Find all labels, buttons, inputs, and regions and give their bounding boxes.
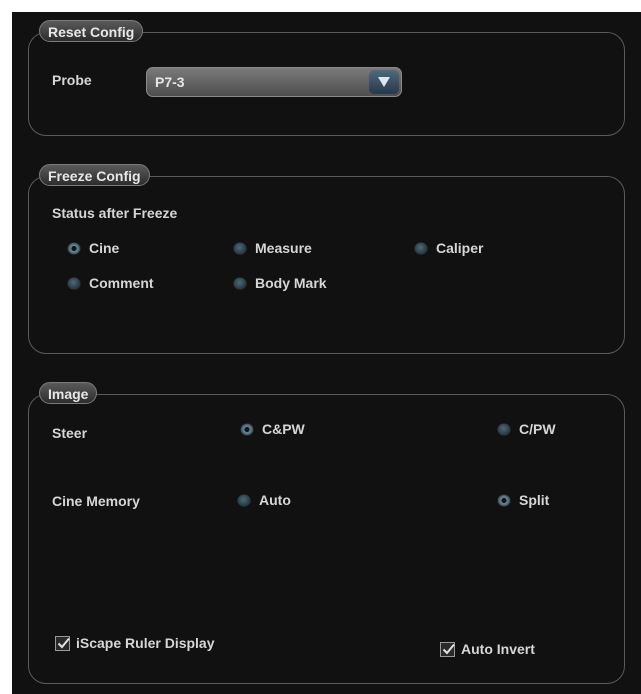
radio-label: C/PW xyxy=(519,421,556,437)
radio-cine-memory-split[interactable]: Split xyxy=(498,492,549,508)
cine-memory-label: Cine Memory xyxy=(52,493,140,509)
image-title: Image xyxy=(39,382,98,404)
radio-selected-icon xyxy=(241,423,253,435)
settings-panel: Reset Config Probe P7-3 Freeze Config St… xyxy=(12,12,641,694)
auto-invert-checkbox[interactable]: Auto Invert xyxy=(440,641,535,657)
radio-label: C&PW xyxy=(262,421,305,437)
radio-steer-cpw-and[interactable]: C&PW xyxy=(241,421,305,437)
radio-label: Caliper xyxy=(436,240,484,256)
radio-label: Measure xyxy=(255,240,312,256)
checkbox-label: Auto Invert xyxy=(461,641,535,657)
radio-unselected-icon xyxy=(415,242,427,254)
freeze-config-group: Freeze Config xyxy=(28,164,625,354)
radio-selected-icon xyxy=(498,494,510,506)
radio-unselected-icon xyxy=(498,423,510,435)
radio-label: Comment xyxy=(89,275,154,291)
radio-body-mark[interactable]: Body Mark xyxy=(234,275,327,291)
radio-label: Auto xyxy=(259,492,291,508)
probe-label: Probe xyxy=(52,72,92,88)
chevron-down-icon[interactable] xyxy=(369,70,399,94)
radio-steer-c-slash-pw[interactable]: C/PW xyxy=(498,421,556,437)
radio-unselected-icon xyxy=(234,277,246,289)
radio-label: Cine xyxy=(89,240,120,256)
radio-unselected-icon xyxy=(238,494,250,506)
probe-value: P7-3 xyxy=(155,74,185,90)
probe-dropdown[interactable]: P7-3 xyxy=(146,67,402,97)
radio-selected-icon xyxy=(68,242,80,254)
radio-comment[interactable]: Comment xyxy=(68,275,154,291)
radio-cine[interactable]: Cine xyxy=(68,240,119,256)
radio-measure[interactable]: Measure xyxy=(234,240,312,256)
freeze-config-title: Freeze Config xyxy=(39,164,150,186)
radio-unselected-icon xyxy=(234,242,246,254)
status-after-freeze-label: Status after Freeze xyxy=(52,205,178,221)
checkbox-checked-icon xyxy=(440,641,455,657)
checkbox-label: iScape Ruler Display xyxy=(76,635,215,651)
radio-unselected-icon xyxy=(68,277,80,289)
radio-cine-memory-auto[interactable]: Auto xyxy=(238,492,291,508)
reset-config-title: Reset Config xyxy=(39,20,144,42)
iscape-ruler-checkbox[interactable]: iScape Ruler Display xyxy=(55,635,215,651)
radio-caliper[interactable]: Caliper xyxy=(415,240,483,256)
radio-label: Body Mark xyxy=(255,275,327,291)
checkbox-checked-icon xyxy=(55,635,70,651)
steer-label: Steer xyxy=(52,425,88,441)
radio-label: Split xyxy=(519,492,550,508)
